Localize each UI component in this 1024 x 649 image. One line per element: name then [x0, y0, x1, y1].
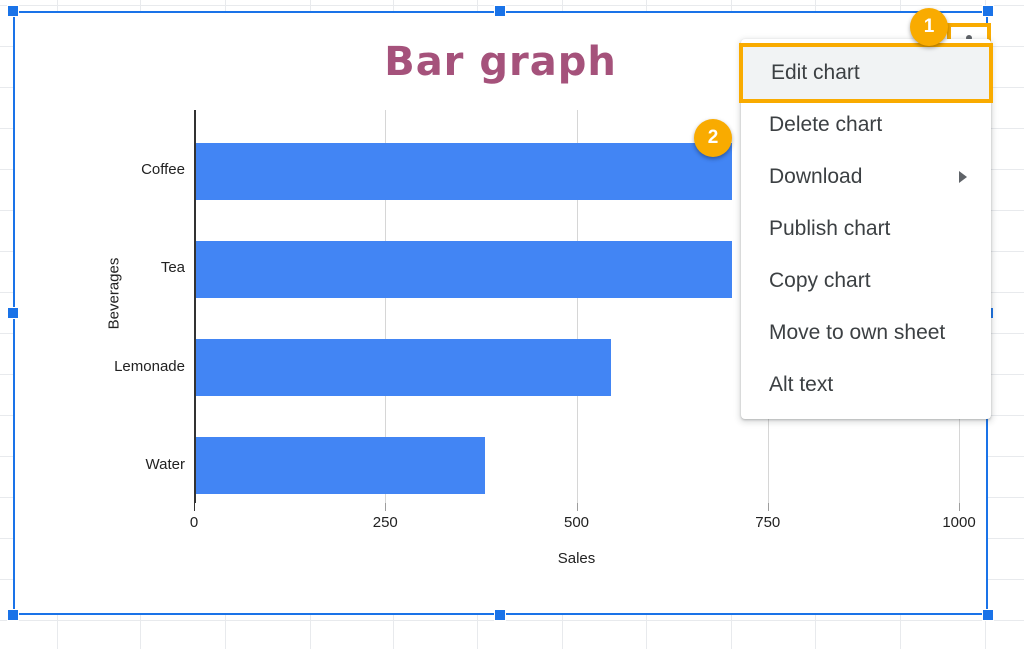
embedded-chart-object[interactable]: Bar graph Coffee Tea Lemonade Water 0 250 500…	[7, 5, 994, 621]
x-axis-tick-label: 500	[563, 514, 590, 531]
bar	[196, 437, 486, 495]
x-axis-tick-label: 750	[755, 514, 781, 531]
grid-row-line	[0, 620, 1024, 621]
y-axis-tick-label: Lemonade	[114, 357, 185, 375]
menu-item-delete-chart[interactable]: Delete chart	[741, 99, 991, 151]
menu-item-label: Publish chart	[769, 217, 891, 240]
bar	[196, 142, 732, 200]
y-axis-tick-label: Water	[145, 455, 185, 473]
annotation-badge-2: 2	[694, 119, 732, 157]
x-axis-tick-label: 250	[372, 514, 398, 531]
menu-item-edit-chart[interactable]: Edit chart	[743, 47, 989, 99]
resize-handle-top-left[interactable]	[7, 5, 19, 17]
menu-item-download[interactable]: Download	[741, 151, 991, 203]
y-axis-tick-label: Coffee	[141, 161, 185, 179]
menu-item-label: Download	[769, 165, 863, 188]
x-axis-tick	[194, 503, 195, 511]
resize-handle-bottom-right[interactable]	[982, 609, 994, 621]
resize-handle-middle-left[interactable]	[7, 307, 19, 319]
annotation-badge-1: 1	[910, 8, 948, 46]
x-axis-title: Sales	[557, 550, 596, 567]
menu-item-label: Alt text	[769, 373, 834, 396]
menu-item-publish-chart[interactable]: Publish chart	[741, 203, 991, 255]
submenu-arrow-icon	[959, 171, 967, 183]
grid-row-line	[0, 5, 1024, 6]
menu-item-copy-chart[interactable]: Copy chart	[741, 255, 991, 307]
x-axis-tick-label: 1000	[942, 514, 976, 531]
x-axis-tick	[767, 503, 769, 511]
bar	[196, 240, 732, 298]
resize-handle-bottom-left[interactable]	[7, 609, 19, 621]
x-axis-tick	[385, 503, 387, 511]
menu-item-move-to-own-sheet[interactable]: Move to own sheet	[741, 307, 991, 359]
y-axis-tick-label: Tea	[160, 259, 185, 277]
menu-item-label: Copy chart	[769, 269, 871, 292]
x-axis-tick-label: 0	[189, 514, 199, 531]
resize-handle-top-right[interactable]	[982, 5, 994, 17]
resize-handle-top-center[interactable]	[494, 5, 506, 17]
chart-context-menu[interactable]: Edit chart Delete chart Download Publish ch…	[741, 39, 991, 419]
menu-item-label: Edit chart	[771, 61, 860, 84]
menu-item-alt-text[interactable]: Alt text	[741, 359, 991, 411]
menu-item-label: Move to own sheet	[769, 321, 946, 344]
menu-item-label: Delete chart	[769, 113, 883, 136]
x-axis-tick	[959, 503, 960, 511]
x-axis-tick	[576, 503, 578, 511]
bar	[196, 339, 611, 397]
resize-handle-bottom-center[interactable]	[494, 609, 506, 621]
y-axis-title: Beverages	[105, 257, 123, 330]
